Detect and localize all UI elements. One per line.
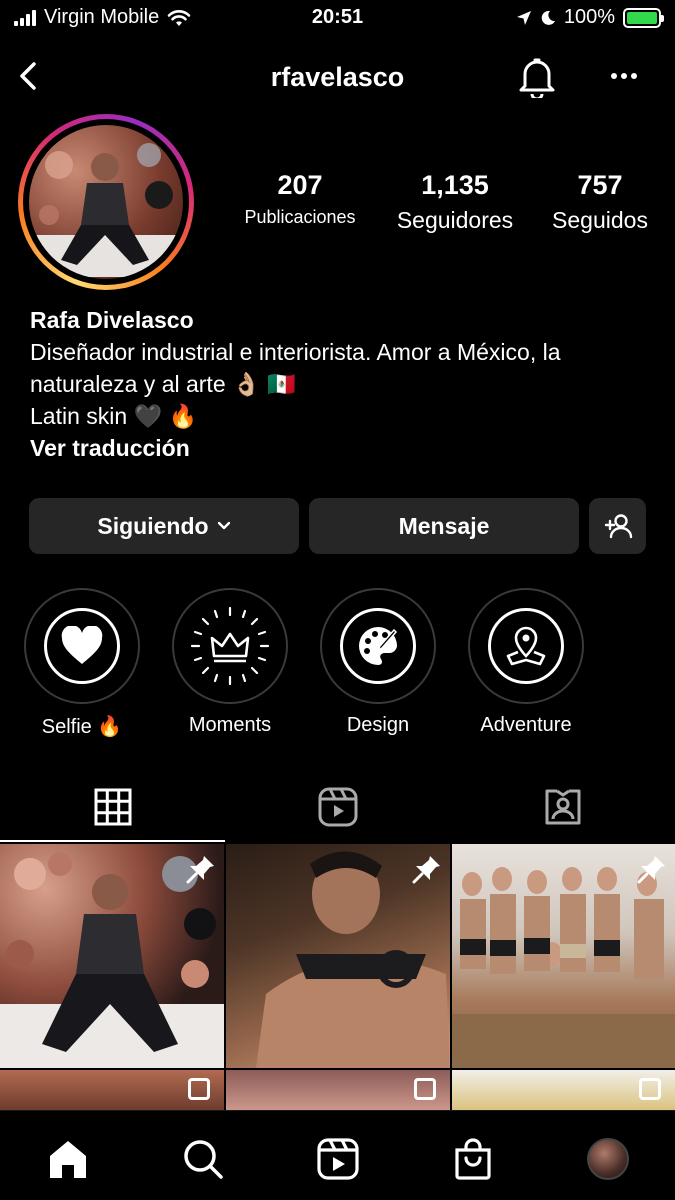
notifications-button[interactable] <box>516 54 558 101</box>
highlight-moments[interactable]: Moments <box>172 588 320 739</box>
multiple-photos-icon <box>639 1078 661 1100</box>
nav-shop[interactable] <box>443 1135 503 1183</box>
following-button[interactable]: Siguiendo <box>29 498 299 554</box>
crown-icon <box>190 606 270 686</box>
bio-text-line: naturaleza y al arte 👌🏼 🇲🇽 <box>30 371 296 397</box>
posts-count: 207 <box>277 170 323 200</box>
avatar-photo-figure <box>29 143 181 277</box>
nav-profile[interactable] <box>578 1135 638 1183</box>
multiple-photos-icon <box>414 1078 436 1100</box>
reels-icon <box>316 1138 359 1180</box>
profile-avatar <box>29 125 183 279</box>
posts-grid <box>0 844 675 1112</box>
post-thumbnail[interactable] <box>452 1070 675 1112</box>
following-count: 757 <box>577 170 623 200</box>
message-button-label: Mensaje <box>398 512 490 539</box>
heart-icon <box>61 626 103 664</box>
status-right: 100% <box>516 6 664 29</box>
bell-icon <box>519 58 555 101</box>
followers-label: Seguidores <box>396 207 514 233</box>
pinned-icon <box>412 856 440 884</box>
tagged-icon <box>545 789 580 825</box>
profile-bio: Rafa Divelasco Diseñador industrial e in… <box>30 304 650 464</box>
tab-tagged[interactable] <box>450 772 675 842</box>
add-person-icon <box>604 514 632 539</box>
moon-icon <box>541 10 555 25</box>
profile-stats: 207 Publicaciones 1,135 Seguidores 757 S… <box>230 170 660 234</box>
location-arrow-icon <box>516 10 531 25</box>
following-button-label: Siguiendo <box>97 512 209 539</box>
status-bar: Virgin Mobile 20:51 100% <box>0 0 675 38</box>
highlight-design[interactable]: Design <box>320 588 468 739</box>
pinned-icon <box>637 856 665 884</box>
more-options-button[interactable] <box>604 62 644 90</box>
palette-icon <box>359 627 398 665</box>
following-label: Seguidos <box>552 207 648 233</box>
highlight-selfie[interactable]: Selfie 🔥 <box>24 588 172 739</box>
map-pin-icon <box>506 626 546 666</box>
shop-icon <box>454 1138 491 1180</box>
battery-percent: 100% <box>563 6 615 28</box>
highlight-label: Selfie 🔥 <box>41 716 123 738</box>
nav-home[interactable] <box>38 1135 98 1183</box>
multiple-photos-icon <box>188 1078 210 1100</box>
nav-reels[interactable] <box>308 1135 368 1183</box>
following-stat[interactable]: 757 Seguidos <box>540 170 660 234</box>
reels-icon <box>318 787 357 827</box>
pinned-icon <box>186 856 214 884</box>
bio-text-line: Diseñador industrial e interiorista. Amo… <box>30 339 561 365</box>
profile-actions: Siguiendo Mensaje <box>29 498 646 554</box>
profile-content-tabs <box>0 772 675 842</box>
bottom-navigation <box>0 1110 675 1200</box>
post-thumbnail[interactable] <box>226 1070 450 1112</box>
profile-avatar-small <box>586 1138 629 1180</box>
highlight-label: Design <box>346 714 410 736</box>
battery-icon <box>623 7 664 28</box>
home-icon <box>49 1141 86 1178</box>
post-thumbnail[interactable] <box>0 844 224 1068</box>
highlight-label: Moments <box>188 714 272 736</box>
search-icon <box>183 1140 223 1179</box>
nav-search[interactable] <box>173 1135 233 1183</box>
post-thumbnail[interactable] <box>226 844 450 1068</box>
story-highlights: Selfie 🔥 Moments Design Adventure <box>24 588 616 739</box>
more-horizontal-icon <box>611 73 637 79</box>
post-thumbnail[interactable] <box>452 844 675 1068</box>
message-button[interactable]: Mensaje <box>309 498 579 554</box>
posts-stat[interactable]: 207 Publicaciones <box>230 170 370 234</box>
suggested-accounts-button[interactable] <box>589 498 646 554</box>
highlight-label: Adventure <box>480 714 572 736</box>
followers-count: 1,135 <box>421 170 489 200</box>
see-translation-link[interactable]: Ver traducción <box>30 432 650 464</box>
grid-icon <box>94 788 131 826</box>
posts-label: Publicaciones <box>244 207 356 227</box>
post-thumbnail[interactable] <box>0 1070 224 1112</box>
header-username: rfavelasco <box>270 62 405 92</box>
profile-name: Rafa Divelasco <box>30 307 194 333</box>
chevron-down-icon <box>217 521 230 530</box>
bio-text-line: Latin skin 🖤 🔥 <box>30 403 198 429</box>
followers-stat[interactable]: 1,135 Seguidores <box>385 170 525 234</box>
tab-posts-grid[interactable] <box>0 772 225 842</box>
tab-reels[interactable] <box>225 772 450 842</box>
profile-header: rfavelasco <box>0 48 675 104</box>
profile-avatar-story-ring[interactable] <box>18 114 194 290</box>
highlight-adventure[interactable]: Adventure <box>468 588 616 739</box>
